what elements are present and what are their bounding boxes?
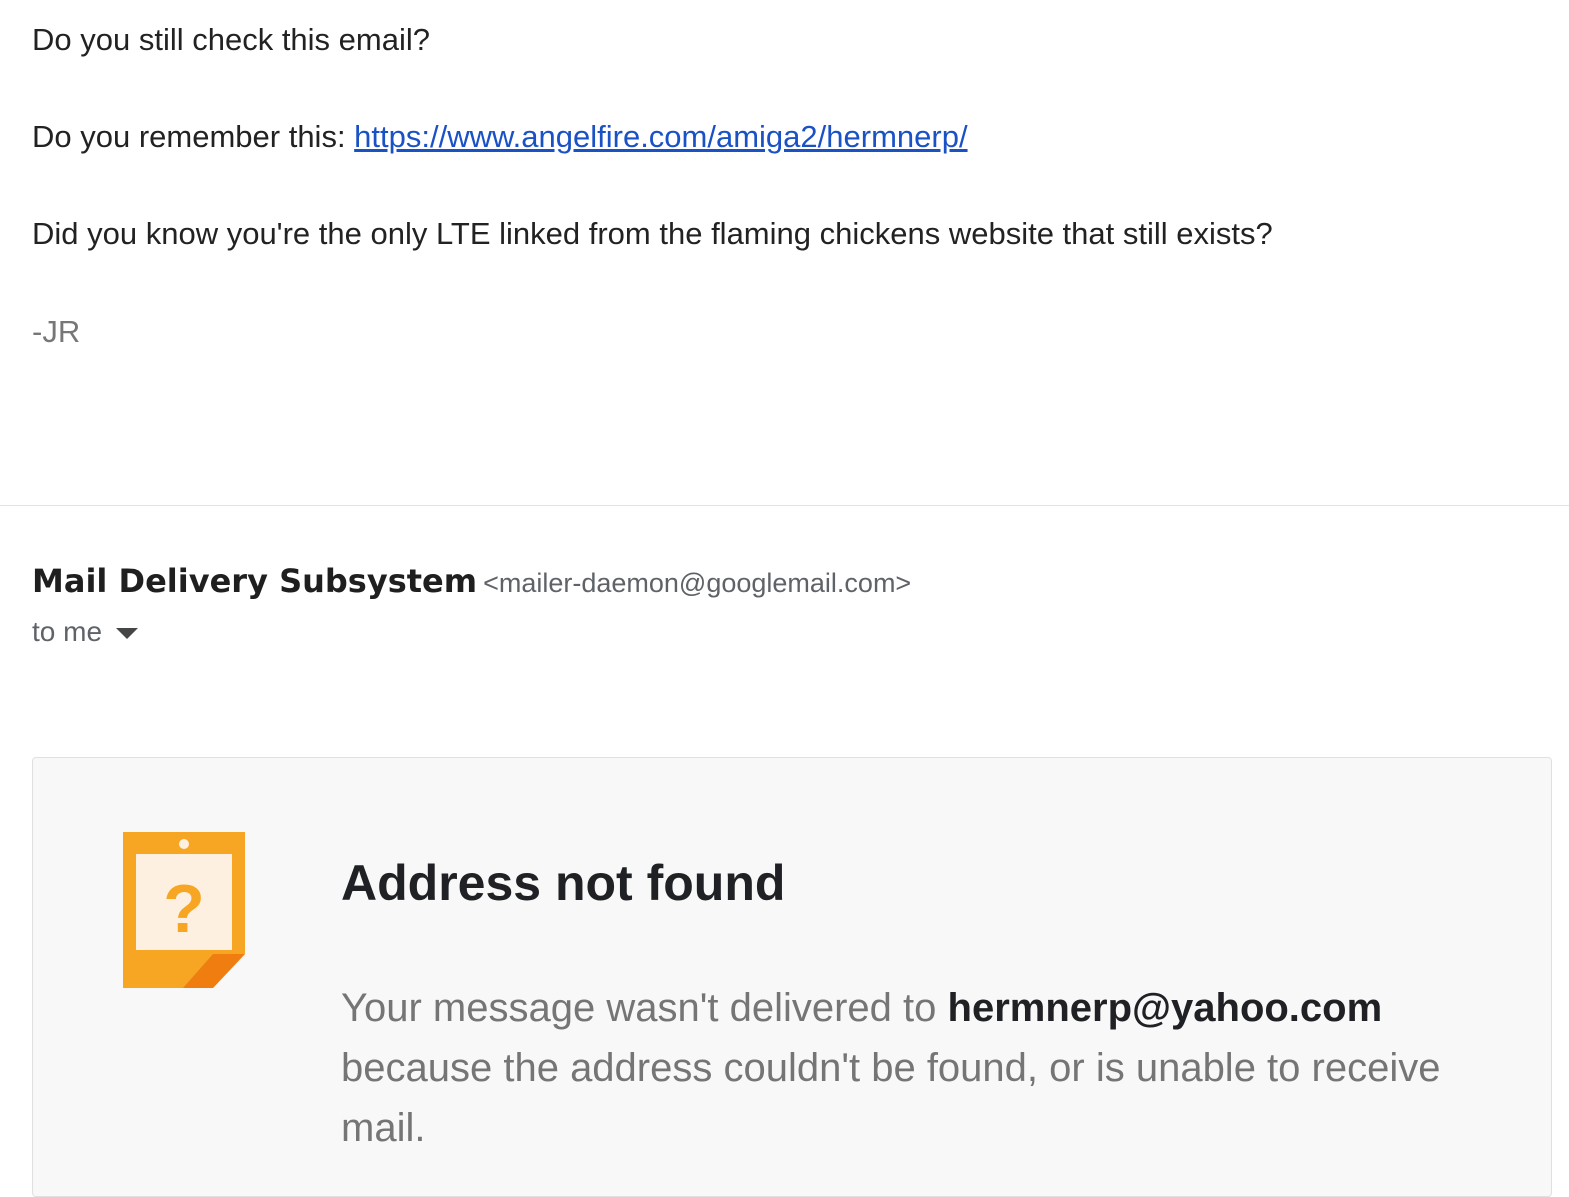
recipients-label: to me bbox=[32, 616, 103, 647]
message-line-text: Do you remember this: bbox=[32, 119, 355, 154]
signature: -JR bbox=[32, 314, 81, 349]
recipients-toggle[interactable]: to me bbox=[32, 612, 139, 652]
message-line: Do you remember this: https://www.angelf… bbox=[32, 117, 968, 157]
angelfire-link[interactable]: https://www.angelfire.com/amiga2/hermner… bbox=[354, 119, 967, 154]
bounce-text-prefix: Your message wasn't delivered to bbox=[341, 986, 948, 1030]
bounce-title: Address not found bbox=[341, 855, 786, 911]
bounce-message: Your message wasn't delivered to hermner… bbox=[341, 978, 1471, 1158]
bounce-text-suffix: because the address couldn't be found, o… bbox=[341, 1046, 1441, 1150]
address-not-found-icon: ? bbox=[123, 832, 245, 988]
bounce-address: hermnerp@yahoo.com bbox=[947, 986, 1383, 1030]
sender-header: Mail Delivery Subsystem <mailer-daemon@go… bbox=[32, 560, 911, 609]
message-divider bbox=[0, 505, 1569, 506]
caret-down-icon[interactable] bbox=[116, 627, 139, 639]
bounce-notice-card: ? Address not found Your message wasn't … bbox=[32, 757, 1552, 1197]
sender-email: <mailer-daemon@googlemail.com> bbox=[483, 568, 912, 598]
svg-text:?: ? bbox=[163, 871, 205, 947]
message-line: Did you know you're the only LTE linked … bbox=[32, 216, 1273, 251]
message-line: Do you still check this email? bbox=[32, 22, 430, 57]
sender-name[interactable]: Mail Delivery Subsystem bbox=[32, 562, 477, 600]
